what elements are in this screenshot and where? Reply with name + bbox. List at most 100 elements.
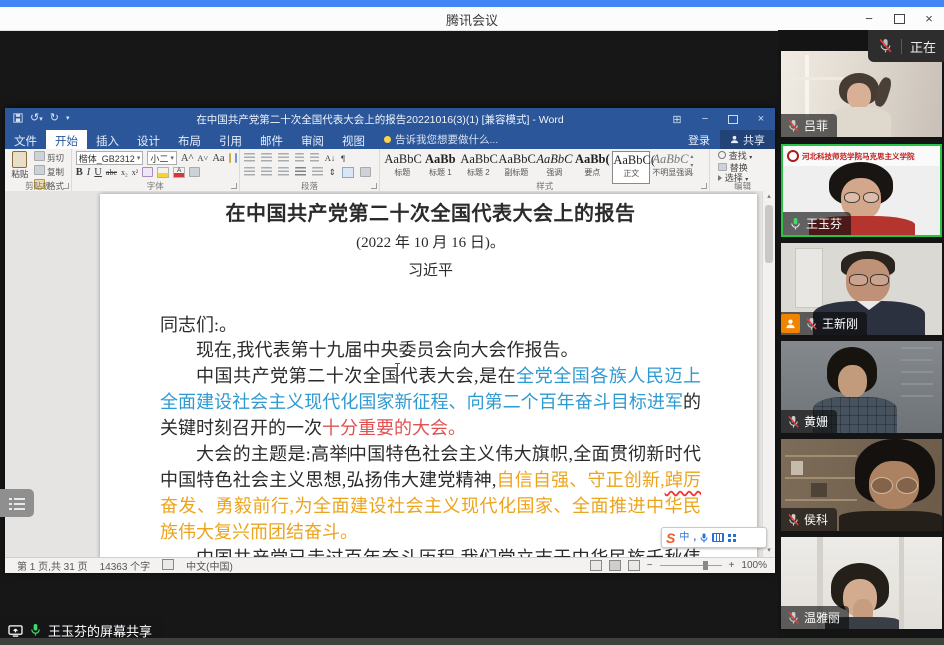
tab-view[interactable]: 视图 [333, 130, 374, 149]
highlight-color-icon[interactable] [157, 167, 169, 178]
zoom-level[interactable]: 100% [741, 560, 767, 571]
tab-mailings[interactable]: 邮件 [251, 130, 292, 149]
style-subtitle[interactable]: AaBbC副标题 [498, 151, 534, 182]
scrollbar-thumb[interactable] [765, 205, 773, 263]
word-document-area[interactable]: 在中国共产党第二十次全国代表大会上的报告 (2022 年 10 月 16 日)。… [5, 191, 775, 557]
align-right-icon[interactable] [278, 167, 289, 177]
vertical-scrollbar[interactable]: ▴ ▾ [762, 191, 775, 557]
participant-tile-huangshan[interactable]: 黄姗 [781, 341, 942, 433]
tell-me-box[interactable]: 告诉我您想要做什么... [374, 130, 508, 149]
minimize-icon[interactable]: − [854, 7, 884, 30]
meeting-floating-toolbar[interactable]: 正在 [868, 30, 944, 62]
word-minimize-icon[interactable]: − [691, 108, 719, 130]
redo-icon[interactable]: ↻ [50, 111, 59, 124]
keyboard-icon[interactable] [712, 533, 724, 542]
clipboard-dialog-launcher[interactable] [63, 183, 69, 189]
distributed-icon[interactable] [312, 167, 323, 177]
align-left-icon[interactable] [244, 167, 255, 177]
numbering-icon[interactable] [261, 153, 272, 163]
superscript-button[interactable]: x² [132, 168, 138, 177]
font-size-combo[interactable]: 小二▾ [147, 151, 177, 165]
italic-button[interactable]: I [87, 167, 91, 178]
subscript-button[interactable]: x₂ [121, 168, 128, 177]
paragraph-dialog-launcher[interactable] [371, 183, 377, 189]
styles-dialog-launcher[interactable] [701, 183, 707, 189]
increase-indent-icon[interactable] [310, 153, 319, 163]
style-normal[interactable]: AaBbC(正文 [612, 151, 650, 184]
ribbon-display-options-icon[interactable]: ⊞ [663, 108, 691, 130]
close-icon[interactable]: × [914, 7, 944, 30]
copy-button[interactable]: 复制 [34, 165, 69, 178]
tab-home[interactable]: 开始 [46, 130, 87, 149]
participant-tile-wangxingang[interactable]: 王新刚 [781, 243, 942, 335]
sogou-input-toolbar[interactable]: S 中 , [661, 527, 767, 548]
styles-gallery-more-icon[interactable]: ▿ [690, 171, 693, 178]
toolbox-icon[interactable] [728, 534, 736, 542]
character-shading-icon[interactable] [189, 167, 200, 177]
shading-icon[interactable] [342, 167, 354, 178]
style-title[interactable]: AaBbC标题 [384, 151, 420, 182]
change-case-button[interactable]: Aa [212, 153, 224, 164]
sign-in-button[interactable]: 登录 [678, 132, 720, 148]
chinese-mode-icon[interactable]: 中 [679, 533, 689, 543]
web-layout-icon[interactable] [628, 560, 640, 571]
language-indicator[interactable]: 中文(中国) [186, 558, 233, 573]
maximize-icon[interactable] [884, 7, 914, 30]
sort-icon[interactable]: A↓ [325, 153, 335, 163]
find-button[interactable]: 查找 ▾ [718, 151, 775, 163]
shrink-font-button[interactable]: A˅ [197, 153, 208, 163]
document-page[interactable]: 在中国共产党第二十次全国代表大会上的报告 (2022 年 10 月 16 日)。… [100, 194, 757, 557]
multilevel-list-icon[interactable] [278, 153, 289, 163]
print-layout-icon[interactable] [609, 560, 621, 571]
tab-references[interactable]: 引用 [210, 130, 251, 149]
text-effects-icon[interactable] [142, 167, 153, 177]
decrease-indent-icon[interactable] [295, 153, 304, 163]
zoom-in-icon[interactable]: + [729, 560, 735, 571]
font-dialog-launcher[interactable] [231, 183, 237, 189]
phonetic-guide-icon[interactable] [229, 153, 231, 163]
participant-tile-wenyali[interactable]: 温雅丽 [781, 537, 942, 629]
zoom-slider[interactable] [660, 565, 722, 566]
justify-icon[interactable] [295, 167, 306, 177]
meeting-sidebar-handle[interactable] [0, 489, 34, 517]
styles-scroll-down-icon[interactable]: ▾ [690, 162, 693, 169]
line-spacing-icon[interactable]: ⇕ [329, 167, 336, 178]
participant-tile-lvfei[interactable]: 吕菲 [781, 51, 942, 137]
style-heading2[interactable]: AaBbC标题 2 [460, 151, 496, 182]
underline-button[interactable]: U [94, 167, 102, 178]
share-button[interactable]: 共享 [720, 130, 775, 149]
strikethrough-button[interactable]: abc [106, 168, 117, 177]
tab-layout[interactable]: 布局 [169, 130, 210, 149]
show-marks-icon[interactable]: ¶ [341, 153, 345, 163]
participant-tile-houke[interactable]: 侯科 [781, 439, 942, 531]
font-color-icon[interactable]: A [173, 167, 185, 178]
character-border-icon[interactable] [235, 153, 237, 163]
word-close-icon[interactable]: × [747, 108, 775, 130]
replace-button[interactable]: 替换 [718, 163, 775, 173]
align-center-icon[interactable] [261, 167, 272, 177]
read-mode-icon[interactable] [590, 560, 602, 571]
word-restore-icon[interactable] [719, 108, 747, 130]
bold-button[interactable]: B [76, 167, 83, 178]
scroll-up-icon[interactable]: ▴ [763, 191, 775, 203]
style-emphasis[interactable]: AaBbC强调 [536, 151, 572, 182]
style-subtle-emphasis[interactable]: AaBbC不明显强调 [652, 151, 688, 182]
punctuation-icon[interactable]: , [693, 533, 696, 543]
tab-review[interactable]: 审阅 [292, 130, 333, 149]
style-keypoint[interactable]: AaBb(要点 [574, 151, 610, 182]
word-count[interactable]: 14363 个字 [100, 558, 151, 573]
undo-icon[interactable]: ↺▾ [30, 111, 43, 124]
zoom-out-icon[interactable]: − [647, 560, 653, 571]
font-name-combo[interactable]: 楷体_GB2312▾ [76, 151, 144, 165]
cut-button[interactable]: 剪切 [34, 151, 69, 164]
grow-font-button[interactable]: A^ [181, 153, 194, 164]
styles-scroll-up-icon[interactable]: ▴ [690, 153, 693, 160]
participant-tile-wangyufen[interactable]: 河北科技师范学院马克思主义学院 王玉芬 [781, 144, 942, 237]
qat-customize-icon[interactable]: ▾ [66, 114, 70, 122]
borders-icon[interactable] [360, 167, 371, 177]
tab-insert[interactable]: 插入 [87, 130, 128, 149]
tab-file[interactable]: 文件 [5, 130, 46, 149]
style-heading1[interactable]: AaBb标题 1 [422, 151, 458, 182]
page-indicator[interactable]: 第 1 页,共 31 页 [17, 558, 88, 573]
save-icon[interactable] [13, 113, 23, 123]
